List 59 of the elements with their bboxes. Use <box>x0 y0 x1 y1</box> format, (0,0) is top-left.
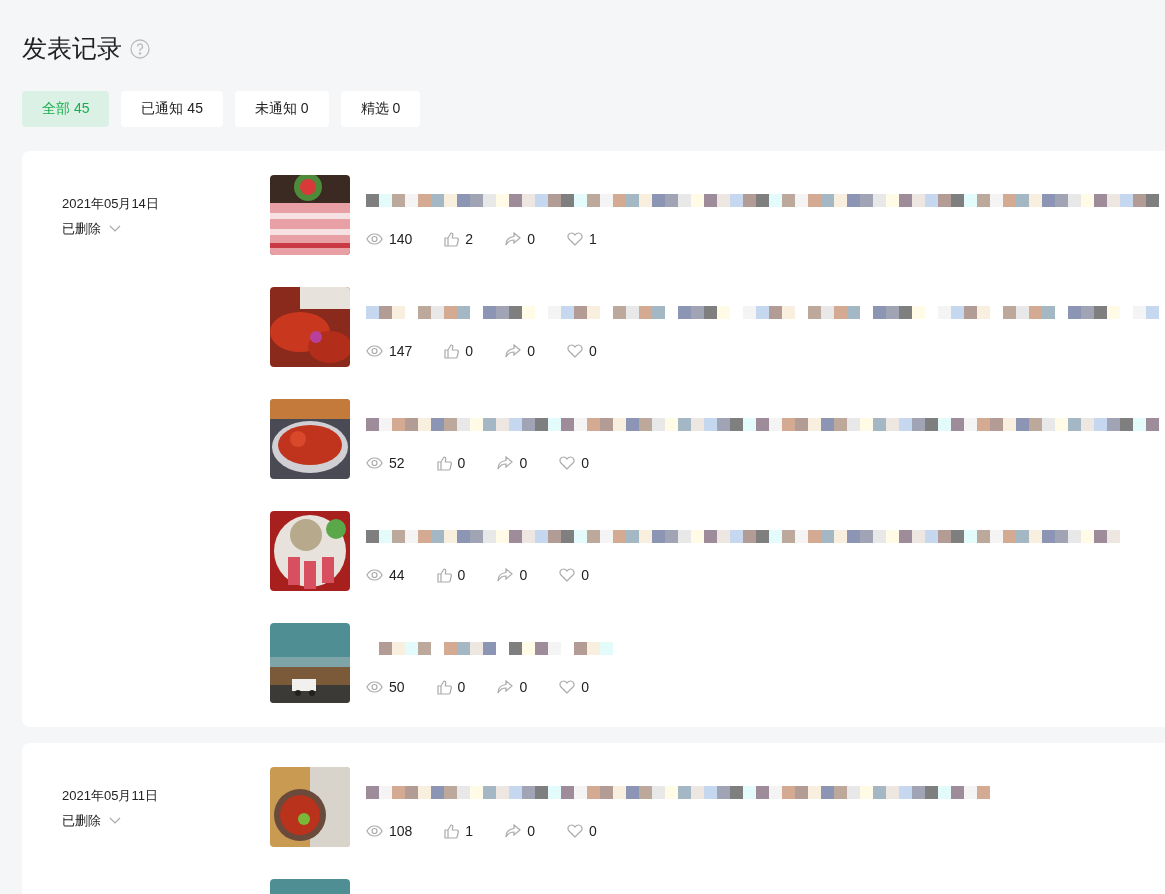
eye-icon <box>366 457 383 469</box>
like-count: 0 <box>457 565 466 585</box>
filter-tab[interactable]: 未通知 0 <box>234 90 329 127</box>
thumbs-up-icon <box>436 679 452 695</box>
status-dropdown[interactable]: 已删除 <box>62 811 121 831</box>
favorite-count: 1 <box>588 229 597 249</box>
eye-icon <box>366 345 383 357</box>
chevron-down-icon <box>109 817 121 825</box>
filter-tab[interactable]: 已通知 45 <box>121 90 223 127</box>
eye-icon <box>366 825 383 837</box>
like-count: 2 <box>465 229 474 249</box>
eye-icon <box>366 233 383 245</box>
thumbs-up-icon <box>444 343 460 359</box>
like-count: 0 <box>465 341 474 361</box>
share-arrow-icon <box>497 456 514 470</box>
thumbs-up-icon <box>436 455 452 471</box>
like-count: 0 <box>457 677 466 697</box>
share-count: 0 <box>527 229 535 249</box>
favorite-count: 0 <box>581 677 589 697</box>
share-arrow-icon <box>497 568 514 582</box>
heart-icon <box>559 456 576 470</box>
heart-icon <box>559 680 576 694</box>
filter-tab[interactable]: 精选 0 <box>340 90 421 127</box>
eye-icon <box>366 569 383 581</box>
favorite-count: 0 <box>588 341 597 361</box>
share-count: 0 <box>527 821 535 841</box>
share-arrow-icon <box>505 824 522 838</box>
share-count: 0 <box>519 677 528 697</box>
favorite-count: 0 <box>588 821 597 841</box>
help-icon[interactable] <box>130 38 150 59</box>
view-count: 140 <box>389 229 413 249</box>
post-date: 2021年05月14日 <box>62 194 160 213</box>
view-count: 147 <box>389 341 413 361</box>
page-title: 发表记录 <box>22 33 122 65</box>
thumbs-up-icon <box>436 567 452 583</box>
favorite-count: 0 <box>581 565 589 585</box>
view-count: 108 <box>389 821 413 841</box>
like-count: 1 <box>465 821 474 841</box>
like-count: 0 <box>457 453 466 473</box>
post-date: 2021年05月11日 <box>62 786 159 805</box>
share-arrow-icon <box>505 232 522 246</box>
view-count: 50 <box>389 677 405 697</box>
status-dropdown[interactable]: 已删除 <box>62 219 121 239</box>
share-count: 0 <box>519 565 528 585</box>
heart-icon <box>566 232 583 246</box>
thumbs-up-icon <box>444 823 460 839</box>
view-count: 44 <box>389 565 405 585</box>
view-count: 52 <box>389 453 405 473</box>
chevron-down-icon <box>109 225 121 233</box>
heart-icon <box>566 344 583 358</box>
share-count: 0 <box>519 453 528 473</box>
share-arrow-icon <box>505 344 522 358</box>
heart-icon <box>566 824 583 838</box>
favorite-count: 0 <box>581 453 589 473</box>
eye-icon <box>366 681 383 693</box>
thumbs-up-icon <box>444 231 460 247</box>
share-count: 0 <box>527 341 535 361</box>
share-arrow-icon <box>497 680 514 694</box>
heart-icon <box>559 568 576 582</box>
